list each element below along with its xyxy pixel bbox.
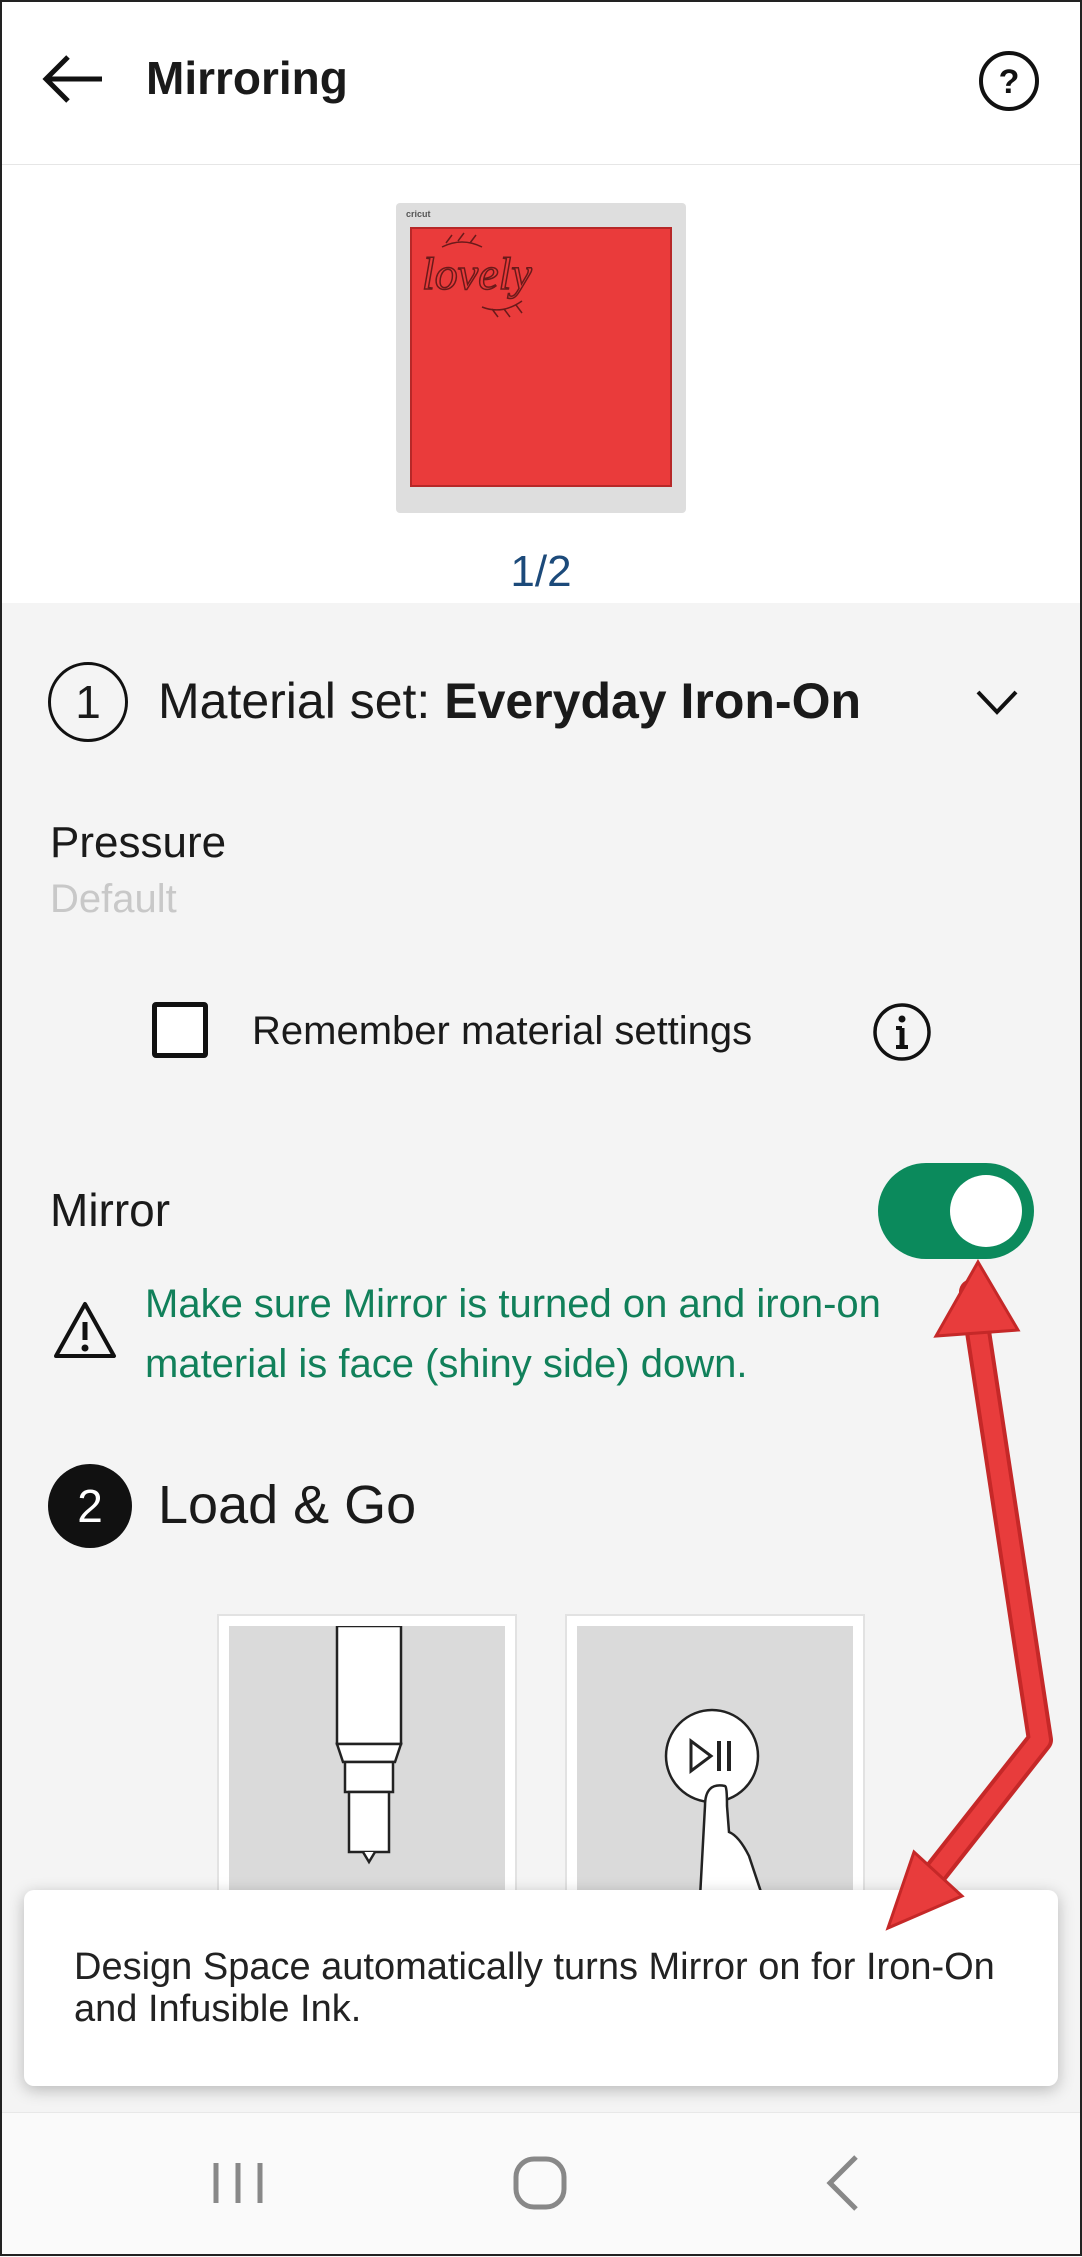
pressure-value: Default bbox=[50, 877, 177, 921]
info-toast: Design Space automatically turns Mirror … bbox=[24, 1890, 1058, 2086]
system-nav-bar bbox=[0, 2112, 1082, 2257]
step-1-badge: 1 bbox=[48, 662, 128, 742]
mat-ruler: cricut bbox=[406, 209, 678, 227]
toast-message: Design Space automatically turns Mirror … bbox=[74, 1946, 995, 2030]
design-text: lovely bbox=[422, 248, 532, 299]
material-set-value: Everyday Iron-On bbox=[444, 673, 862, 729]
step-2-badge: 2 bbox=[48, 1464, 132, 1548]
help-icon[interactable]: ? bbox=[978, 50, 1040, 112]
pressure-label: Pressure bbox=[50, 818, 227, 867]
play-pause-button-icon bbox=[664, 1708, 769, 1912]
page-indicator: 1/2 bbox=[510, 547, 572, 596]
mat-brand: cricut bbox=[406, 209, 431, 219]
mirror-label: Mirror bbox=[50, 1184, 171, 1236]
mirror-toggle[interactable] bbox=[878, 1163, 1034, 1259]
mirror-warning-text: Make sure Mirror is turned on and iron-o… bbox=[145, 1282, 881, 1386]
info-icon[interactable] bbox=[872, 1002, 932, 1062]
press-go-card bbox=[565, 1614, 865, 1914]
mat-preview[interactable]: cricut lovely bbox=[396, 203, 686, 513]
home-icon[interactable] bbox=[500, 2143, 580, 2223]
toggle-knob bbox=[950, 1175, 1022, 1247]
back-nav-icon[interactable] bbox=[804, 2143, 884, 2223]
warning-icon bbox=[54, 1302, 116, 1358]
mat-material: lovely bbox=[410, 227, 672, 487]
lovely-design-icon: lovely bbox=[421, 232, 533, 318]
load-tool-card bbox=[217, 1614, 517, 1914]
material-set-prefix: Material set: bbox=[158, 673, 445, 729]
recent-apps-icon[interactable] bbox=[198, 2143, 278, 2223]
page-title: Mirroring bbox=[146, 52, 348, 104]
mat-preview-area: cricut lovely 1/2 bbox=[0, 165, 1082, 603]
app-header: Mirroring ? bbox=[0, 0, 1082, 165]
svg-text:?: ? bbox=[999, 63, 1020, 101]
remember-settings-checkbox[interactable] bbox=[152, 1002, 208, 1058]
back-arrow-icon[interactable] bbox=[40, 44, 110, 114]
load-go-label: Load & Go bbox=[158, 1475, 417, 1535]
chevron-down-icon[interactable] bbox=[972, 684, 1022, 720]
material-set-label[interactable]: Material set: Everyday Iron-On bbox=[158, 666, 861, 736]
remember-settings-label[interactable]: Remember material settings bbox=[252, 1004, 752, 1058]
blade-housing-icon bbox=[335, 1626, 403, 1865]
